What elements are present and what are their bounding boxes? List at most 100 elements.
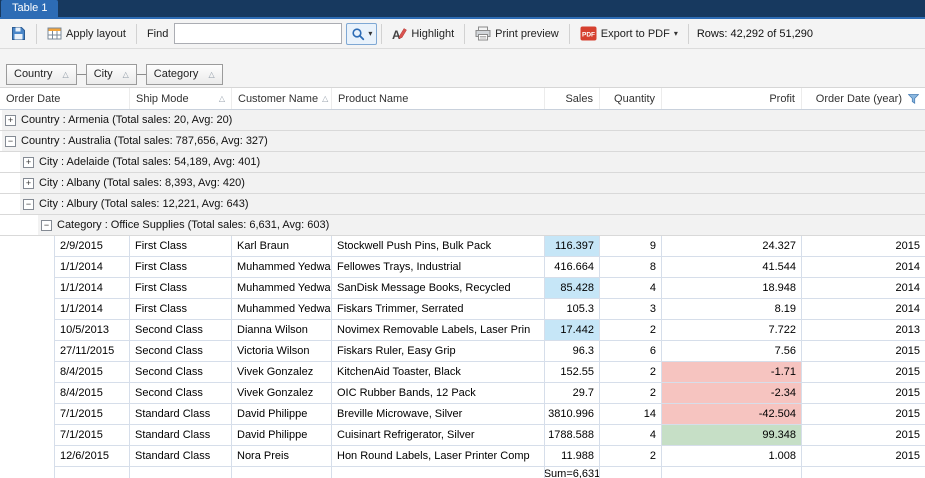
cell-order-date[interactable]: 1/1/2014 [55,278,130,299]
group-field-country[interactable]: Country△ [6,64,77,85]
column-header-sales[interactable]: Sales [545,88,600,109]
highlight-button[interactable]: A Highlight [386,22,460,45]
expand-group-button[interactable]: + [23,157,34,168]
cell-order-date[interactable]: 7/1/2015 [55,425,130,446]
cell-order-date[interactable]: 1/1/2014 [55,257,130,278]
cell-customer[interactable]: David Philippe [232,404,332,425]
cell-order-date[interactable]: 8/4/2015 [55,362,130,383]
cell-quantity[interactable]: 6 [600,341,662,362]
find-input[interactable] [174,23,342,44]
cell-customer[interactable]: David Philippe [232,425,332,446]
cell-year[interactable]: 2015 [802,236,925,257]
cell-ship-mode[interactable]: First Class [130,299,232,320]
group-row[interactable]: +Country : Armenia (Total sales: 20, Avg… [0,110,925,131]
cell-quantity[interactable]: 9 [600,236,662,257]
cell-ship-mode[interactable]: First Class [130,278,232,299]
cell-product[interactable]: SanDisk Message Books, Recycled [332,278,545,299]
data-row[interactable]: 7/1/2015Standard ClassDavid PhilippeCuis… [0,425,925,446]
cell-customer[interactable]: Vivek Gonzalez [232,383,332,404]
cell-sales[interactable]: 116.397 [545,236,600,257]
cell-quantity[interactable]: 2 [600,362,662,383]
cell-sales[interactable]: 105.3 [545,299,600,320]
collapse-group-button[interactable]: − [23,199,34,210]
cell-product[interactable]: Cuisinart Refrigerator, Silver [332,425,545,446]
apply-layout-button[interactable]: Apply layout [41,22,132,45]
cell-ship-mode[interactable]: Standard Class [130,404,232,425]
cell-sales[interactable]: 85.428 [545,278,600,299]
collapse-group-button[interactable]: − [5,136,16,147]
cell-sales[interactable]: 17.442 [545,320,600,341]
cell-customer[interactable]: Muhammed Yedwab [232,257,332,278]
cell-quantity[interactable]: 3 [600,299,662,320]
cell-profit[interactable]: 1.008 [662,446,802,467]
group-row[interactable]: +City : Adelaide (Total sales: 54,189, A… [0,152,925,173]
cell-sales[interactable]: 3810.996 [545,404,600,425]
cell-sales[interactable]: 96.3 [545,341,600,362]
cell-order-date[interactable]: 1/1/2014 [55,299,130,320]
cell-product[interactable]: Fellowes Trays, Industrial [332,257,545,278]
print-preview-button[interactable]: Print preview [469,22,565,45]
group-row[interactable]: −Category : Office Supplies (Total sales… [0,215,925,236]
group-row[interactable]: −Country : Australia (Total sales: 787,6… [0,131,925,152]
cell-quantity[interactable]: 8 [600,257,662,278]
cell-ship-mode[interactable]: Second Class [130,320,232,341]
cell-profit[interactable]: 99.348 [662,425,802,446]
column-header-customer[interactable]: Customer Name△ [232,88,332,109]
cell-product[interactable]: Fiskars Ruler, Easy Grip [332,341,545,362]
cell-year[interactable]: 2015 [802,362,925,383]
column-header-order-date[interactable]: Order Date [0,88,130,109]
cell-profit[interactable]: 18.948 [662,278,802,299]
cell-ship-mode[interactable]: Second Class [130,383,232,404]
cell-year[interactable]: 2015 [802,341,925,362]
save-button[interactable] [5,22,32,45]
filter-icon[interactable] [908,94,919,104]
cell-order-date[interactable]: 10/5/2013 [55,320,130,341]
cell-customer[interactable]: Muhammed Yedwab [232,299,332,320]
cell-order-date[interactable]: 12/6/2015 [55,446,130,467]
cell-quantity[interactable]: 14 [600,404,662,425]
cell-product[interactable]: KitchenAid Toaster, Black [332,362,545,383]
cell-sales[interactable]: 29.7 [545,383,600,404]
cell-order-date[interactable]: 7/1/2015 [55,404,130,425]
column-header-year[interactable]: Order Date (year) [802,88,925,109]
cell-ship-mode[interactable]: First Class [130,257,232,278]
cell-ship-mode[interactable]: Standard Class [130,446,232,467]
group-row[interactable]: −City : Albury (Total sales: 12,221, Avg… [0,194,925,215]
cell-customer[interactable]: Victoria Wilson [232,341,332,362]
cell-year[interactable]: 2015 [802,404,925,425]
cell-product[interactable]: Hon Round Labels, Laser Printer Comp [332,446,545,467]
cell-year[interactable]: 2015 [802,446,925,467]
cell-order-date[interactable]: 27/11/2015 [55,341,130,362]
column-header-product[interactable]: Product Name [332,88,545,109]
tab-table-1[interactable]: Table 1 [1,0,58,17]
data-row[interactable]: 7/1/2015Standard ClassDavid PhilippeBrev… [0,404,925,425]
data-row[interactable]: 1/1/2014First ClassMuhammed YedwabFiskar… [0,299,925,320]
cell-profit[interactable]: 7.56 [662,341,802,362]
cell-sales[interactable]: 416.664 [545,257,600,278]
cell-quantity[interactable]: 2 [600,383,662,404]
data-row[interactable]: 8/4/2015Second ClassVivek GonzalezOIC Ru… [0,383,925,404]
cell-profit[interactable]: -2.34 [662,383,802,404]
cell-customer[interactable]: Dianna Wilson [232,320,332,341]
data-row[interactable]: 8/4/2015Second ClassVivek GonzalezKitche… [0,362,925,383]
cell-quantity[interactable]: 4 [600,425,662,446]
cell-product[interactable]: Breville Microwave, Silver [332,404,545,425]
data-row[interactable]: 1/1/2014First ClassMuhammed YedwabFellow… [0,257,925,278]
cell-profit[interactable]: 41.544 [662,257,802,278]
cell-quantity[interactable]: 2 [600,320,662,341]
cell-customer[interactable]: Muhammed Yedwab [232,278,332,299]
data-row[interactable]: 1/1/2014First ClassMuhammed YedwabSanDis… [0,278,925,299]
group-field-city[interactable]: City△ [86,64,137,85]
search-button[interactable]: ▾ [346,23,377,45]
cell-profit[interactable]: -42.504 [662,404,802,425]
cell-product[interactable]: Novimex Removable Labels, Laser Prin [332,320,545,341]
data-row[interactable]: 27/11/2015Second ClassVictoria WilsonFis… [0,341,925,362]
cell-year[interactable]: 2015 [802,425,925,446]
group-field-category[interactable]: Category△ [146,64,223,85]
cell-customer[interactable]: Karl Braun [232,236,332,257]
expand-group-button[interactable]: + [5,115,16,126]
cell-customer[interactable]: Vivek Gonzalez [232,362,332,383]
cell-year[interactable]: 2013 [802,320,925,341]
cell-product[interactable]: Stockwell Push Pins, Bulk Pack [332,236,545,257]
cell-year[interactable]: 2014 [802,257,925,278]
